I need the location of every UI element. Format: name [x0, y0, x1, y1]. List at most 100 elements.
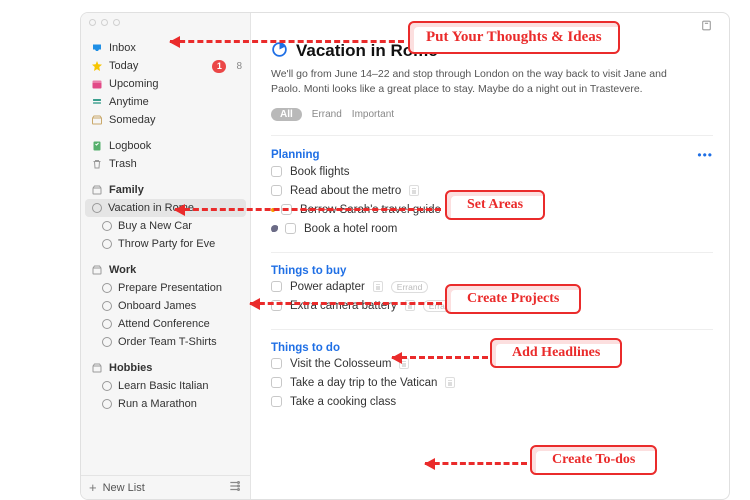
area-label: Work [109, 264, 136, 276]
tag-filter-errand[interactable]: Errand [312, 109, 342, 120]
new-list-button[interactable]: New List [103, 482, 145, 494]
arrow-projects [250, 302, 442, 305]
tag-filter-all[interactable]: All [271, 108, 302, 121]
arrow-areas [175, 208, 441, 211]
sidebar-item-logbook[interactable]: Logbook [81, 137, 250, 155]
sidebar-area-heading[interactable]: Work [81, 261, 250, 279]
sidebar-area: Work Prepare Presentation Onboard James Att… [81, 261, 250, 351]
task-title: Book flights [290, 166, 349, 178]
arrow-thoughts [170, 40, 404, 43]
plus-icon: + [89, 480, 97, 495]
task-title: Visit the Colosseum [290, 358, 391, 370]
logbook-icon [91, 140, 103, 152]
sidebar-project[interactable]: Throw Party for Eve [81, 235, 250, 253]
callout-areas: Set Areas [445, 190, 545, 220]
task-checkbox[interactable] [285, 223, 296, 234]
task-title: Take a cooking class [290, 396, 396, 408]
window-controls [81, 13, 250, 31]
sidebar-item-today[interactable]: Today 18 [81, 57, 250, 75]
note-icon [373, 281, 383, 292]
sidebar-item-label: Trash [109, 158, 242, 170]
share-icon[interactable] [700, 19, 713, 35]
project-circle-icon [101, 381, 112, 392]
task-checkbox[interactable] [271, 166, 282, 177]
sidebar-item-label: Upcoming [109, 78, 242, 90]
project-progress-icon [271, 41, 288, 61]
count: 8 [236, 61, 242, 72]
sidebar-archive: Logbook Trash [81, 137, 250, 173]
sidebar-project[interactable]: Onboard James [81, 297, 250, 315]
tag-filter-row: All Errand Important [271, 108, 713, 121]
inbox-icon [91, 42, 103, 54]
sidebar-item-label: Onboard James [118, 300, 242, 312]
task-checkbox[interactable] [271, 377, 282, 388]
project-circle-icon [91, 203, 102, 214]
task-row[interactable]: Take a cooking class [271, 392, 713, 411]
sidebar-item-label: Attend Conference [118, 318, 242, 330]
heading-label: Planning [271, 149, 320, 161]
heading-label: Things to buy [271, 265, 346, 277]
star-icon [91, 60, 103, 72]
sidebar-project[interactable]: Order Team T-Shirts [81, 333, 250, 351]
callout-headlines: Add Headlines [490, 338, 622, 368]
badge: 1 [212, 60, 226, 73]
sidebar-item-label: Someday [109, 114, 242, 126]
project-circle-icon [101, 301, 112, 312]
task-checkbox[interactable] [271, 358, 282, 369]
sidebar-project[interactable]: Prepare Presentation [81, 279, 250, 297]
heading-more-icon[interactable]: ••• [697, 148, 713, 162]
window-minimize-icon[interactable] [101, 19, 108, 26]
sidebar-area-heading[interactable]: Hobbies [81, 359, 250, 377]
window-close-icon[interactable] [89, 19, 96, 26]
tag-filter-important[interactable]: Important [352, 109, 394, 120]
sidebar-item-label: Today [109, 60, 206, 72]
project-circle-icon [101, 221, 112, 232]
sidebar-item-anytime[interactable]: Anytime [81, 93, 250, 111]
sidebar-item-trash[interactable]: Trash [81, 155, 250, 173]
note-icon [445, 377, 455, 388]
task-checkbox[interactable] [271, 185, 282, 196]
note-icon [409, 185, 419, 196]
task-row[interactable]: Book a hotel room [271, 219, 713, 238]
sidebar-item-label: Prepare Presentation [118, 282, 242, 294]
settings-icon[interactable] [228, 479, 242, 496]
calendar-icon [91, 78, 103, 90]
sidebar-item-label: Buy a New Car [118, 220, 242, 232]
sidebar-project[interactable]: Run a Marathon [81, 395, 250, 413]
sidebar-project[interactable]: Buy a New Car [81, 217, 250, 235]
heading-label: Things to do [271, 342, 340, 354]
arrow-todos [425, 462, 527, 465]
heading-row[interactable]: Planning ••• [271, 148, 713, 162]
sidebar-item-label: Logbook [109, 140, 242, 152]
sidebar-footer: + New List [81, 475, 250, 499]
sidebar-item-upcoming[interactable]: Upcoming [81, 75, 250, 93]
main-content: Vacation in Rome ••• We'll go from June … [251, 13, 729, 499]
area-label: Family [109, 184, 144, 196]
callout-thoughts: Put Your Thoughts & Ideas [408, 21, 620, 54]
task-tag: Errand [391, 281, 429, 293]
sidebar-item-someday[interactable]: Someday [81, 111, 250, 129]
task-title: Take a day trip to the Vatican [290, 377, 437, 389]
task-checkbox[interactable] [271, 281, 282, 292]
task-title: Power adapter [290, 281, 365, 293]
heading-row[interactable]: Things to buy [271, 265, 713, 277]
task-checkbox[interactable] [271, 396, 282, 407]
divider [271, 252, 713, 253]
area-icon [91, 184, 103, 196]
sidebar-project[interactable]: Learn Basic Italian [81, 377, 250, 395]
sidebar-project[interactable]: Attend Conference [81, 315, 250, 333]
sidebar-item-label: Run a Marathon [118, 398, 242, 410]
task-row[interactable]: Book flights [271, 162, 713, 181]
sidebar-item-label: Anytime [109, 96, 242, 108]
callout-todos: Create To-dos [530, 445, 657, 475]
task-row[interactable]: Take a day trip to the Vatican [271, 373, 713, 392]
sidebar-area-heading[interactable]: Family [81, 181, 250, 199]
callout-projects: Create Projects [445, 284, 581, 314]
area-icon [91, 264, 103, 276]
arrow-headlines [392, 356, 488, 359]
project-circle-icon [101, 399, 112, 410]
window-zoom-icon[interactable] [113, 19, 120, 26]
sidebar-item-label: Throw Party for Eve [118, 238, 242, 250]
sidebar: InboxToday18UpcomingAnytimeSomeday Logbo… [81, 13, 251, 499]
project-notes[interactable]: We'll go from June 14–22 and stop throug… [271, 67, 691, 96]
